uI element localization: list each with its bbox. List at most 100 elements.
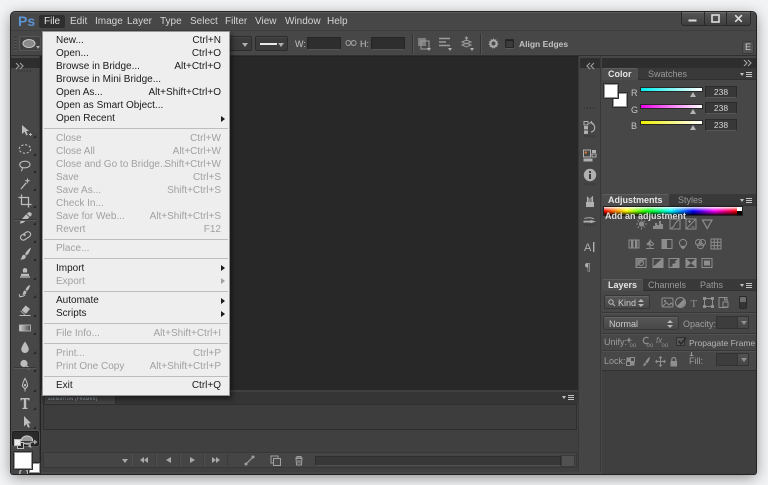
pen-tool[interactable] (11, 377, 40, 393)
layer-filter-toggle[interactable] (739, 296, 747, 309)
file-menu-item-save[interactable]: Save Ctrl+S (43, 171, 229, 184)
file-menu-item-open-recent[interactable]: Open Recent (43, 112, 229, 125)
file-menu-item-open-as-smart-object[interactable]: Open as Smart Object... (43, 99, 229, 112)
dock-group-grip[interactable] (583, 107, 596, 109)
blend-mode-dropdown[interactable]: Normal (603, 316, 679, 330)
tab-adjustments[interactable]: Adjustments (602, 194, 669, 206)
menubar-item-layer[interactable]: Layer (127, 15, 152, 28)
adjustment-icon-photo-filter[interactable] (677, 237, 690, 249)
adjustment-icon-posterize[interactable] (652, 256, 665, 268)
file-menu-item-new[interactable]: New... Ctrl+N (43, 34, 229, 47)
file-menu-item-file-info[interactable]: File Info... Alt+Shift+Ctrl+I (43, 327, 229, 340)
menubar-item-file[interactable]: File (39, 15, 66, 28)
propagate-frame-checkbox[interactable] (676, 337, 687, 346)
file-menu-item-automate[interactable]: Automate (43, 294, 229, 307)
next-frame-button[interactable] (204, 454, 228, 466)
previous-frame-button[interactable] (156, 454, 180, 466)
brush-tool[interactable] (11, 246, 40, 262)
minimize-button[interactable] (682, 12, 705, 25)
lasso-tool[interactable] (11, 158, 40, 174)
file-menu-item-revert[interactable]: Revert F12 (43, 223, 229, 236)
path-alignment-button[interactable] (438, 37, 452, 55)
menubar-item-view[interactable]: View (255, 15, 277, 28)
file-menu-item-open[interactable]: Open... Ctrl+O (43, 47, 229, 60)
menubar-item-type[interactable]: Type (160, 15, 182, 28)
default-colors-icon[interactable] (14, 439, 25, 450)
workspace-button[interactable]: E (742, 41, 754, 54)
timeline-content[interactable] (43, 404, 577, 430)
crop-tool[interactable] (11, 193, 40, 209)
toolbar-grip[interactable] (17, 70, 33, 72)
dock-icon-brush-panel[interactable] (582, 212, 598, 228)
tab-swatches[interactable]: Swatches (642, 68, 693, 80)
layer-filter-kind-dropdown[interactable]: Kind (604, 295, 650, 309)
history-brush-tool[interactable] (11, 283, 40, 299)
adjustment-icon-vibrance[interactable] (701, 217, 714, 230)
close-button[interactable] (727, 12, 750, 25)
first-frame-button[interactable] (132, 454, 156, 466)
opacity-combo[interactable] (716, 316, 749, 329)
tween-button[interactable] (240, 454, 258, 466)
file-menu-item-save-for-web[interactable]: Save for Web... Alt+Shift+Ctrl+S (43, 210, 229, 223)
file-menu-item-check-in[interactable]: Check In... (43, 197, 229, 210)
align-edges-checkbox[interactable] (505, 39, 514, 48)
stroke-width-dropdown[interactable] (227, 36, 252, 51)
tab-channels[interactable]: Channels (642, 279, 692, 291)
adjustment-icon-selective-color[interactable] (701, 256, 714, 268)
eyedropper-tool[interactable] (11, 210, 40, 226)
file-menu-item-print-one-copy[interactable]: Print One Copy Alt+Shift+Ctrl+P (43, 360, 229, 373)
file-menu-item-close[interactable]: Close Ctrl+W (43, 132, 229, 145)
height-input[interactable] (371, 37, 405, 50)
file-menu-item-browse-in-bridge[interactable]: Browse in Bridge... Alt+Ctrl+O (43, 60, 229, 73)
fill-combo[interactable] (716, 353, 749, 366)
adjustments-panel-menu-icon[interactable] (740, 197, 752, 204)
path-operations-button[interactable] (417, 37, 431, 55)
dock-collapse-strip[interactable] (580, 58, 601, 70)
adjustment-icon-invert[interactable] (635, 256, 648, 268)
options-bar-grip[interactable] (14, 36, 18, 51)
dock-icon-layer-comps-panel[interactable] (582, 147, 598, 163)
duplicate-frame-button[interactable] (266, 454, 284, 466)
file-menu-item-print[interactable]: Print... Ctrl+P (43, 347, 229, 360)
delete-frame-button[interactable] (290, 454, 308, 466)
channel-B-slider-thumb[interactable] (690, 125, 696, 130)
eraser-tool[interactable] (11, 302, 40, 318)
layers-list[interactable] (602, 370, 756, 474)
healing-brush-tool[interactable] (11, 228, 40, 244)
menubar-item-help[interactable]: Help (327, 15, 348, 28)
dodge-tool[interactable] (11, 357, 40, 373)
width-input[interactable] (307, 37, 341, 50)
swap-colors-icon[interactable] (27, 439, 38, 449)
adjustment-icon-levels[interactable] (652, 217, 665, 229)
timeline-scrollbar-track[interactable] (315, 456, 561, 466)
tab-paths[interactable]: Paths (694, 279, 729, 291)
channel-G-slider-thumb[interactable] (690, 108, 696, 114)
file-menu-item-browse-in-mini-bridge[interactable]: Browse in Mini Bridge... (43, 73, 229, 86)
channel-R-slider-thumb[interactable] (690, 92, 696, 97)
menubar-item-edit[interactable]: Edit (70, 15, 87, 28)
dock-icon-character-panel[interactable]: A (582, 239, 598, 255)
adjustment-icon-curves[interactable] (669, 217, 682, 230)
blur-tool[interactable] (11, 339, 40, 355)
adjustment-icon-color-lookup[interactable] (710, 237, 723, 249)
maximize-button[interactable] (705, 12, 728, 25)
panels-collapse-strip[interactable] (602, 58, 756, 68)
dock-icon-tool-presets-panel[interactable] (582, 194, 598, 210)
magic-wand-tool[interactable] (11, 176, 40, 192)
stroke-style-dropdown[interactable] (255, 36, 288, 51)
clone-stamp-tool[interactable] (11, 265, 40, 281)
dock-group-grip[interactable] (583, 135, 596, 137)
channel-B-value[interactable]: 238 (705, 118, 737, 131)
file-menu-item-exit[interactable]: Exit Ctrl+Q (43, 379, 229, 392)
file-menu-item-import[interactable]: Import (43, 262, 229, 275)
adjustment-icon-exposure[interactable] (685, 217, 698, 230)
toolbar-collapse-strip[interactable] (11, 58, 40, 70)
type-tool[interactable] (11, 395, 40, 411)
adjustment-icon-hue-saturation[interactable] (628, 237, 641, 249)
adjustment-icon-threshold[interactable] (668, 256, 681, 268)
menubar-item-image[interactable]: Image (95, 15, 123, 28)
file-menu-item-place[interactable]: Place... (43, 242, 229, 255)
loop-options-dropdown[interactable] (62, 454, 132, 466)
timeline-resize-grip[interactable] (561, 455, 575, 467)
foreground-color-well[interactable] (604, 84, 618, 98)
